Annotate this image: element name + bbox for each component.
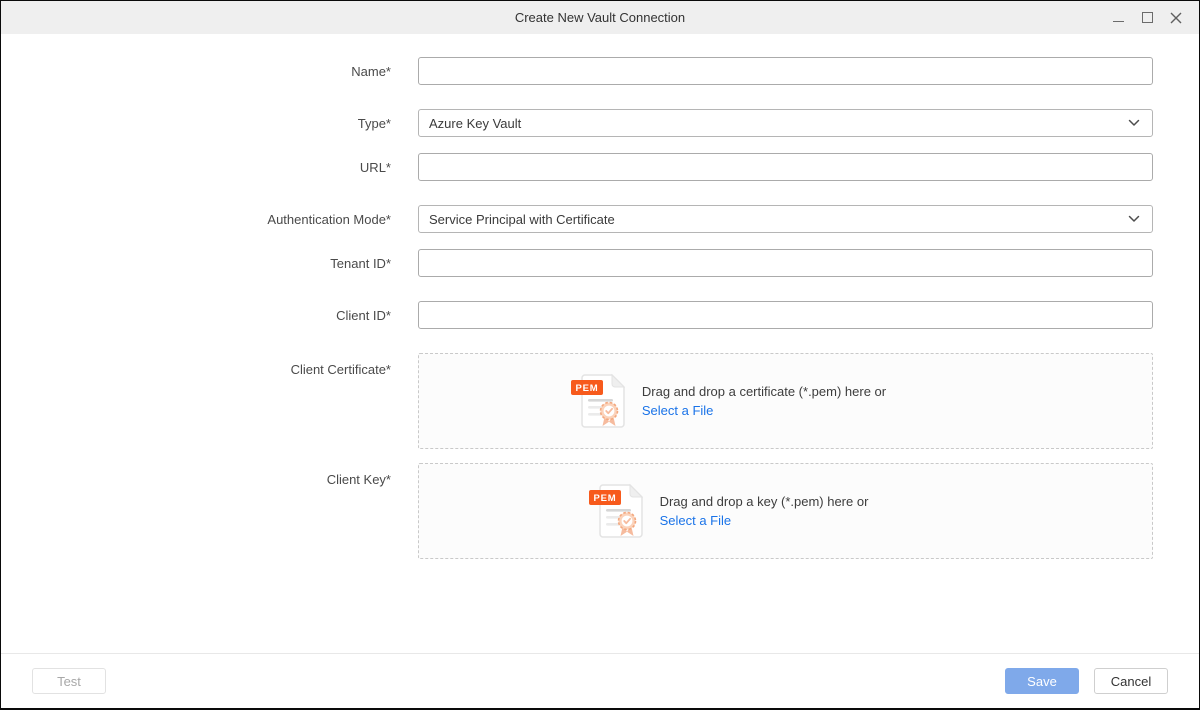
chevron-down-icon bbox=[1128, 119, 1140, 127]
save-button[interactable]: Save bbox=[1005, 668, 1079, 694]
client-certificate-label: Client Certificate* bbox=[1, 353, 391, 377]
form-row-tenant-id: Tenant ID* bbox=[1, 249, 1199, 277]
pem-file-icon: PEM bbox=[589, 482, 645, 540]
type-label: Type* bbox=[1, 116, 391, 131]
window-controls bbox=[1109, 1, 1185, 34]
minimize-button[interactable] bbox=[1109, 9, 1127, 27]
form-row-client-id: Client ID* bbox=[1, 301, 1199, 329]
tenant-id-input[interactable] bbox=[418, 249, 1153, 277]
auth-mode-select[interactable]: Service Principal with Certificate bbox=[418, 205, 1153, 233]
title-bar: Create New Vault Connection bbox=[1, 1, 1199, 34]
dialog-title: Create New Vault Connection bbox=[515, 10, 685, 25]
pem-badge-label: PEM bbox=[593, 493, 616, 504]
test-button[interactable]: Test bbox=[32, 668, 106, 694]
pem-badge-label: PEM bbox=[575, 383, 598, 394]
client-id-input[interactable] bbox=[418, 301, 1153, 329]
close-button[interactable] bbox=[1167, 9, 1185, 27]
dialog-window: Create New Vault Connection Name* bbox=[0, 0, 1200, 710]
auth-mode-select-value: Service Principal with Certificate bbox=[429, 212, 1128, 227]
client-key-dropzone[interactable]: PEM Drag and drop a key (*.pem) here or … bbox=[418, 463, 1153, 559]
select-file-link[interactable]: Select a File bbox=[660, 513, 732, 528]
minimize-icon bbox=[1113, 21, 1124, 22]
name-input[interactable] bbox=[418, 57, 1153, 85]
form-row-client-key: Client Key* bbox=[1, 463, 1199, 559]
tenant-id-label: Tenant ID* bbox=[1, 256, 391, 271]
url-label: URL* bbox=[1, 160, 391, 175]
dropzone-instruction: Drag and drop a certificate (*.pem) here… bbox=[642, 382, 886, 401]
dialog-footer: Test Save Cancel bbox=[1, 653, 1199, 708]
client-id-label: Client ID* bbox=[1, 308, 391, 323]
maximize-icon bbox=[1142, 12, 1153, 23]
client-certificate-dropzone[interactable]: PEM Drag and drop a certificate (*.pem) … bbox=[418, 353, 1153, 449]
type-select-value: Azure Key Vault bbox=[429, 116, 1128, 131]
chevron-down-icon bbox=[1128, 215, 1140, 223]
name-label: Name* bbox=[1, 64, 391, 79]
form-row-client-certificate: Client Certificate* bbox=[1, 353, 1199, 449]
dropzone-instruction: Drag and drop a key (*.pem) here or bbox=[660, 492, 869, 511]
cancel-button[interactable]: Cancel bbox=[1094, 668, 1168, 694]
form-row-name: Name* bbox=[1, 57, 1199, 85]
form-row-url: URL* bbox=[1, 153, 1199, 181]
url-input[interactable] bbox=[418, 153, 1153, 181]
maximize-button[interactable] bbox=[1138, 9, 1156, 27]
client-key-label: Client Key* bbox=[1, 463, 391, 487]
auth-mode-label: Authentication Mode* bbox=[1, 212, 391, 227]
close-icon bbox=[1170, 12, 1182, 24]
select-file-link[interactable]: Select a File bbox=[642, 403, 714, 418]
form-body: Name* Type* Azure Key Vault bbox=[1, 34, 1199, 653]
form-row-auth-mode: Authentication Mode* Service Principal w… bbox=[1, 205, 1199, 233]
pem-file-icon: PEM bbox=[571, 372, 627, 430]
type-select[interactable]: Azure Key Vault bbox=[418, 109, 1153, 137]
form-row-type: Type* Azure Key Vault bbox=[1, 109, 1199, 137]
